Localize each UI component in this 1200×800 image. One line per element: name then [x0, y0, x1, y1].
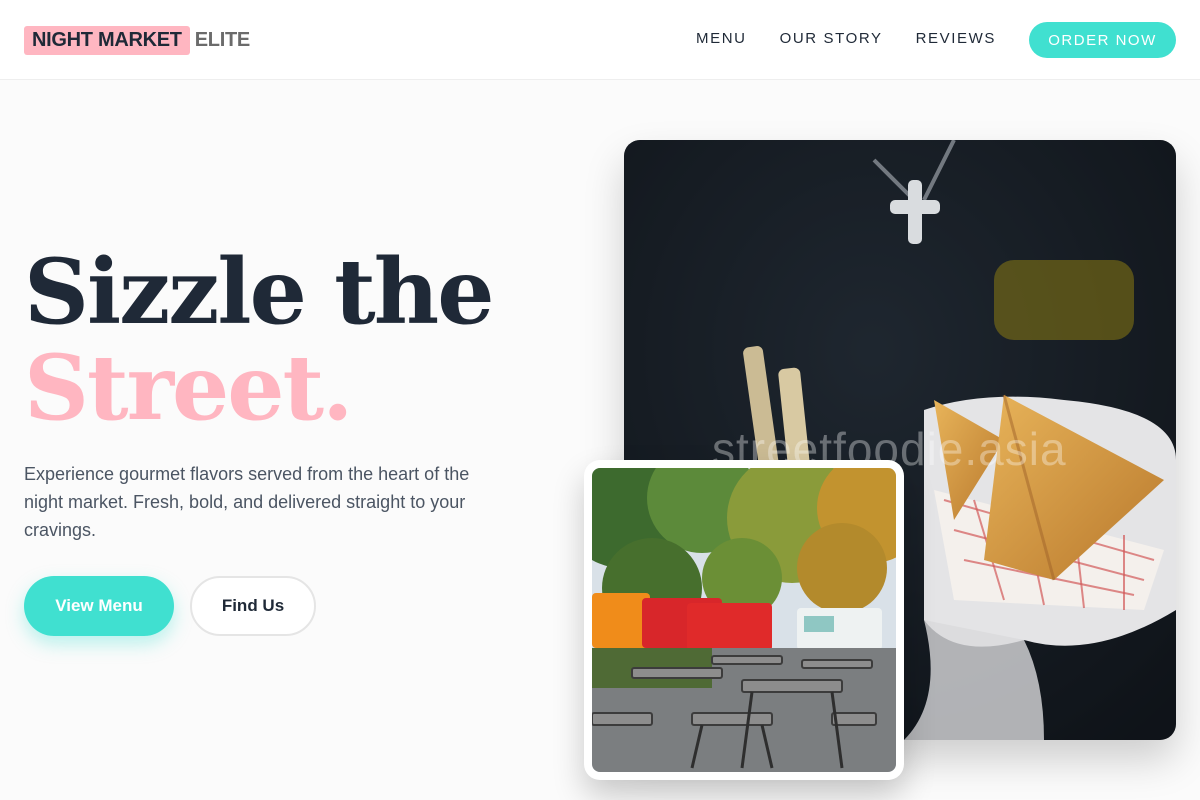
nav-link-menu[interactable]: MENU — [696, 30, 747, 47]
hero-title-line1: Sizzle the — [24, 239, 494, 345]
find-us-button[interactable]: Find Us — [190, 576, 316, 636]
site-header: NIGHT MARKET ELITE MENU OUR STORY REVIEW… — [0, 0, 1200, 80]
view-menu-button[interactable]: View Menu — [24, 576, 174, 636]
hero-headline: Sizzle the Street. — [24, 239, 494, 441]
hero-lead: Experience gourmet flavors served from t… — [24, 464, 470, 540]
inset-photo-frame — [584, 460, 904, 780]
inset-photo-food-trucks — [592, 468, 896, 772]
nav-link-our-story[interactable]: OUR STORY — [780, 30, 883, 47]
order-now-button[interactable]: ORDER NOW — [1029, 22, 1176, 58]
brand-logo[interactable]: NIGHT MARKET ELITE — [24, 24, 250, 56]
brand-name: NIGHT MARKET — [24, 25, 190, 55]
brand-suffix: ELITE — [194, 28, 250, 51]
nav-link-reviews[interactable]: REVIEWS — [916, 30, 996, 47]
hero-title-line2: Street. — [24, 335, 353, 441]
main-nav: MENU OUR STORY REVIEWS — [696, 30, 996, 47]
